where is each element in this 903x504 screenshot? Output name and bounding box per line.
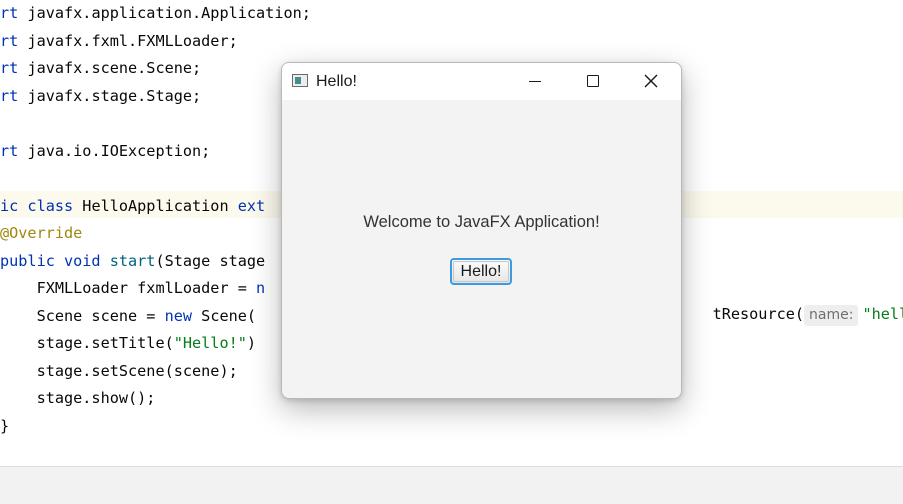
code-line: ic class HelloApplication ext xyxy=(0,193,265,220)
code-token: rt xyxy=(0,141,28,160)
minimize-icon xyxy=(529,80,541,82)
code-token: start xyxy=(109,251,156,270)
code-line: stage.setScene(scene); xyxy=(0,358,238,385)
code-line: Scene scene = new Scene( xyxy=(0,303,256,330)
code-line: stage.setTitle("Hello!") xyxy=(0,330,256,357)
title-bar[interactable]: Hello! xyxy=(282,63,681,100)
code-line: rt javafx.application.Application; xyxy=(0,0,311,27)
code-token: "Hello!" xyxy=(173,334,247,352)
welcome-label: Welcome to JavaFX Application! xyxy=(363,213,600,231)
code-line: public void start(Stage stage xyxy=(0,248,265,275)
code-token: rt xyxy=(0,4,28,22)
code-token: java.io.IOException; xyxy=(27,141,211,160)
code-token: javafx.fxml.FXMLLoader; xyxy=(27,31,238,50)
status-bar xyxy=(0,466,903,504)
maximize-button[interactable] xyxy=(570,63,616,99)
code-token: stage.show(); xyxy=(0,389,156,407)
code-token: rt xyxy=(0,86,28,105)
code-token: rt xyxy=(0,59,28,77)
code-token: n xyxy=(256,279,266,297)
close-button[interactable] xyxy=(628,63,674,99)
code-line: @Override xyxy=(0,220,82,247)
code-line: rt javafx.stage.Stage; xyxy=(0,83,201,110)
code-token: javafx.scene.Scene; xyxy=(27,59,202,77)
code-token: stage.setTitle( xyxy=(0,334,174,352)
code-line: } xyxy=(0,413,9,440)
code-token: ic class xyxy=(0,196,83,215)
code-token: new xyxy=(164,306,202,325)
code-token: javafx.stage.Stage; xyxy=(27,86,202,105)
string-fragment: "hello- xyxy=(862,305,903,323)
minimize-button[interactable] xyxy=(512,63,558,99)
hello-dialog-window[interactable]: Hello! Welcome to JavaFX Application! He… xyxy=(281,62,682,399)
code-line: FXMLLoader fxmlLoader = n xyxy=(0,275,266,302)
code-token: javafx.application.Application; xyxy=(27,4,311,22)
code-token: FXMLLoader fxmlLoader = xyxy=(0,279,257,297)
code-token: ) xyxy=(246,334,257,352)
code-line: rt java.io.IOException; xyxy=(0,138,210,165)
code-token: @Override xyxy=(0,224,83,242)
parameter-hint: name: xyxy=(804,305,859,326)
code-token: } xyxy=(0,416,10,435)
code-token: stage.setScene(scene); xyxy=(0,361,238,380)
code-token: HelloApplication xyxy=(82,196,238,215)
hello-button-label: Hello! xyxy=(453,261,509,282)
code-line: rt javafx.scene.Scene; xyxy=(0,55,201,82)
code-token: public void xyxy=(0,251,110,270)
window-app-icon xyxy=(292,74,308,87)
code-right-fragment: tResource(name:"hello- xyxy=(676,274,903,326)
code-token: (Stage stage xyxy=(155,251,266,270)
method-call-fragment: tResource( xyxy=(712,305,805,323)
code-token: Scene( xyxy=(201,306,257,325)
maximize-icon xyxy=(587,75,599,87)
code-line: rt javafx.fxml.FXMLLoader; xyxy=(0,28,238,55)
code-token: rt xyxy=(0,31,28,50)
code-line: stage.show(); xyxy=(0,385,156,412)
code-token: ext xyxy=(237,196,266,215)
code-token: Scene scene = xyxy=(0,306,165,325)
close-icon xyxy=(644,74,658,88)
window-title: Hello! xyxy=(316,73,357,90)
hello-button[interactable]: Hello! xyxy=(450,258,512,285)
